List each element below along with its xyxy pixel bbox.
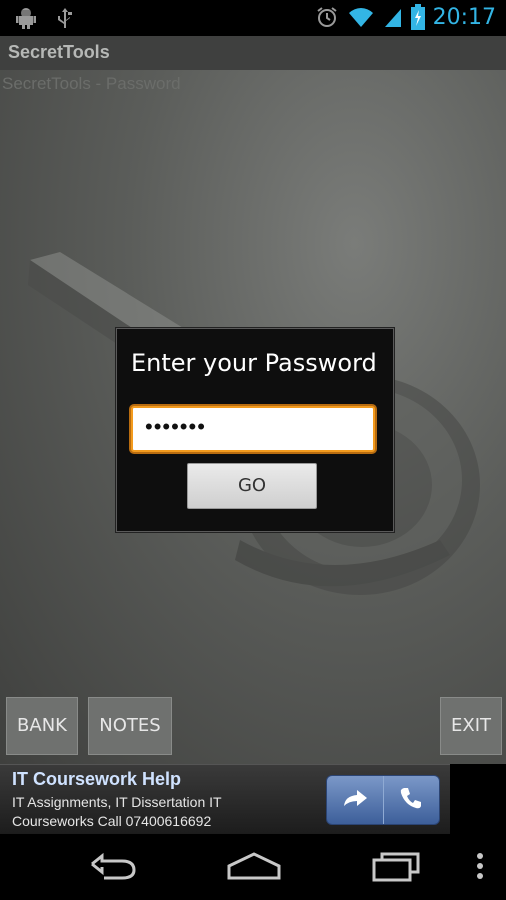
battery-icon [410,4,425,30]
bank-button[interactable]: BANK [6,697,78,755]
go-button[interactable]: GO [187,463,317,509]
clock-time: 20:17 [432,4,496,30]
phone-icon [398,785,424,816]
recent-apps-icon[interactable] [370,850,422,887]
signal-icon [383,5,403,29]
home-icon[interactable] [226,850,282,887]
ad-body: IT Assignments, IT Dissertation IT Cours… [12,794,222,829]
exit-button[interactable]: EXIT [440,697,502,755]
app-title-bar: SecretTools [0,36,506,70]
overflow-menu-icon[interactable] [474,850,486,887]
dialog-title: Enter your Password [131,349,377,377]
ad-banner[interactable]: IT Coursework Help IT Assignments, IT Di… [0,764,450,835]
wifi-icon [347,5,375,29]
system-nav-bar [0,834,506,900]
password-input[interactable]: ••••••• [131,406,375,452]
app-subtitle: SecretTools - Password [2,74,181,93]
status-bar: 20:17 [0,0,506,36]
back-icon[interactable] [88,850,138,887]
alarm-icon [315,5,339,29]
app-title: SecretTools [8,42,110,62]
ad-headline: IT Coursework Help [12,769,182,789]
usb-icon [56,6,74,30]
ad-forward-button[interactable] [327,776,383,824]
notes-button[interactable]: NOTES [88,697,172,755]
ad-actions [326,775,440,825]
password-value: ••••••• [145,414,206,439]
android-debug-icon [14,6,38,30]
password-dialog: Enter your Password ••••••• GO [116,328,394,532]
ad-call-button[interactable] [382,776,440,824]
forward-arrow-icon [341,786,369,815]
